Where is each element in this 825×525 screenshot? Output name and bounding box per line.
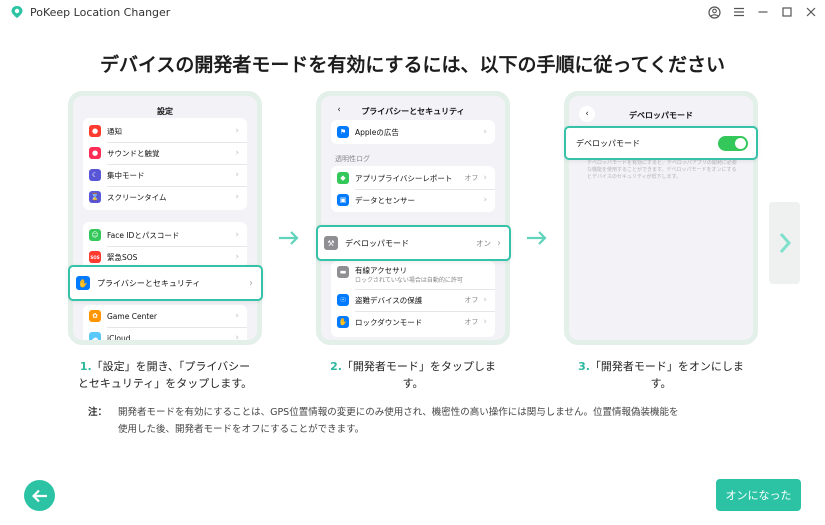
- settings-row: ◆ アプリプライバシーレポート オフ ›: [331, 167, 495, 189]
- chevron-right-icon: ›: [235, 126, 239, 136]
- settings-row: ▣ データとセンサー ›: [331, 189, 495, 211]
- close-button[interactable]: [803, 4, 819, 20]
- settings-row: ✿ Game Center ›: [83, 305, 247, 327]
- settings-row: ☉ 盗難デバイスの保護 オフ ›: [331, 289, 495, 311]
- bell-icon: ●: [89, 125, 101, 137]
- user-icon: [707, 5, 721, 19]
- chevron-right-icon: ›: [235, 192, 239, 202]
- step-3-instruction: 3.「開発者モード」をオンにしま す。: [578, 360, 744, 390]
- game-center-icon: ✿: [89, 310, 101, 322]
- phone-screenshot-settings: 設定 ● 通知 › ● サウンドと触覚 › ☾ 集中モード › ⌛ スクリーンタイム ›…: [68, 91, 262, 345]
- cloud-icon: ☁: [89, 332, 101, 340]
- settings-row: ● サウンドと触覚 ›: [83, 142, 247, 164]
- settings-row: ✋ ロックダウンモード オフ ›: [337, 316, 487, 328]
- face-id-icon: ☺: [89, 229, 101, 241]
- title-bar: PoKeep Location Changer: [0, 0, 825, 26]
- settings-group-1: ● 通知 › ● サウンドと触覚 › ☾ 集中モード › ⌛ スクリーンタイム ›: [83, 118, 247, 210]
- settings-row: ☺ Face IDとパスコード ›: [83, 224, 247, 246]
- step-1-instruction: 1.「設定」を開き、「プライバシー とセキュリティ」をタップします。: [77, 360, 253, 390]
- highlight-privacy-security: ✋ プライバシーとセキュリティ ›: [68, 265, 263, 301]
- close-icon: [806, 7, 816, 17]
- account-button[interactable]: [706, 4, 722, 20]
- turned-on-button[interactable]: オンになった: [716, 479, 801, 511]
- settings-row: ⚑ Appleの広告 ›: [331, 121, 495, 143]
- chevron-right-icon: ›: [249, 277, 253, 289]
- settings-group-2: ☺ Face IDとパスコード › SOS 緊急SOS ›: [83, 222, 247, 270]
- moon-icon: ☾: [89, 169, 101, 181]
- back-button[interactable]: [24, 480, 55, 511]
- settings-row: ☁ iCloud ›: [83, 327, 247, 343]
- chevron-right-icon: ›: [483, 127, 487, 137]
- speaker-icon: ●: [89, 147, 101, 159]
- chevron-right-icon: ›: [483, 195, 487, 205]
- arrow-right-icon: [527, 231, 547, 245]
- section-label: 透明性ログ: [335, 155, 370, 163]
- maximize-icon: [782, 7, 792, 17]
- phone-title: 設定: [157, 107, 173, 116]
- settings-row: ● 通知 ›: [83, 120, 247, 142]
- phone-title: プライバシーとセキュリティ: [361, 107, 465, 116]
- next-slide-button[interactable]: [769, 202, 800, 284]
- developer-mode-description: デベロッパモードを有効にすると、デベロッパアプリの開発に必要な機能を使用すること…: [587, 160, 737, 180]
- phone-title: デベロッパモード: [629, 111, 693, 120]
- privacy-group-1: ◆ アプリプライバシーレポート オフ › ▣ データとセンサー ›: [331, 166, 495, 212]
- hourglass-icon: ⌛: [89, 191, 101, 203]
- developer-mode-toggle: [718, 135, 748, 151]
- hand-icon: ✋: [76, 276, 90, 290]
- chevron-right-icon: ›: [235, 333, 239, 343]
- settings-row: ☾ 集中モード ›: [83, 164, 247, 186]
- settings-row: ▬ 有線アクセサリ ロックされていない場合は自動的に許可: [331, 263, 495, 289]
- settings-group-3: ✿ Game Center › ☁ iCloud ›: [83, 305, 247, 343]
- minimize-icon: [758, 11, 768, 13]
- lock-hand-icon: ✋: [337, 316, 349, 328]
- minimize-button[interactable]: [755, 4, 771, 20]
- chevron-right-icon: [779, 233, 791, 253]
- sos-icon: SOS: [89, 251, 101, 263]
- page-headline: デバイスの開発者モードを有効にするには、以下の手順に従ってください: [99, 54, 726, 76]
- phone-screenshot-privacy: ‹ プライバシーとセキュリティ ⚑ Appleの広告 › 透明性ログ ◆ アプリプ…: [316, 91, 510, 345]
- privacy-group-2: ▬ 有線アクセサリ ロックされていない場合は自動的に許可 ☉ 盗難デバイスの保護オ…: [331, 261, 495, 337]
- cable-icon: ▬: [337, 266, 349, 278]
- chevron-right-icon: ›: [235, 230, 239, 240]
- chevron-right-icon: ›: [235, 148, 239, 158]
- menu-icon: [734, 7, 744, 17]
- privacy-group-top: ⚑ Appleの広告 ›: [331, 120, 495, 144]
- person-shield-icon: ☉: [337, 294, 349, 306]
- chevron-right-icon: ›: [235, 252, 239, 262]
- app-logo-icon: [11, 6, 23, 18]
- chevron-right-icon: ›: [235, 311, 239, 321]
- app-title: PoKeep Location Changer: [30, 6, 171, 19]
- chevron-right-icon: ›: [497, 237, 501, 249]
- settings-row: ⌛ スクリーンタイム ›: [89, 191, 239, 203]
- cube-icon: ▣: [337, 194, 349, 206]
- chevron-right-icon: ›: [483, 173, 487, 183]
- highlight-developer-mode: ⚒ デベロッパモード オン ›: [316, 225, 511, 261]
- maximize-button[interactable]: [779, 4, 795, 20]
- step-2-instruction: 2.「開発者モード」をタップしま す。: [330, 360, 496, 390]
- hammer-icon: ⚒: [324, 236, 338, 250]
- chevron-right-icon: ›: [235, 170, 239, 180]
- chevron-right-icon: ›: [483, 295, 487, 305]
- arrow-left-icon: [31, 489, 47, 502]
- highlight-developer-toggle: デベロッパモード: [564, 126, 758, 160]
- note-label: 注：: [88, 407, 108, 418]
- shield-icon: ◆: [337, 172, 349, 184]
- megaphone-icon: ⚑: [337, 126, 349, 138]
- chevron-right-icon: ›: [483, 317, 487, 327]
- note-text: 開発者モードを有効にすることは、GPS位置情報の変更にのみ使用され、機密性の高い…: [118, 407, 679, 435]
- menu-button[interactable]: [731, 4, 747, 20]
- arrow-right-icon: [279, 231, 299, 245]
